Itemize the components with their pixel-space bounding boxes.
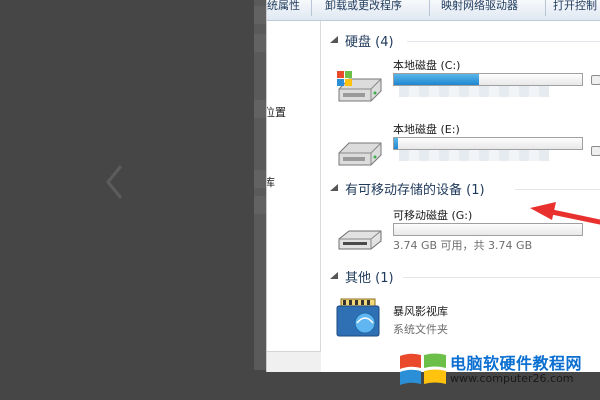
group-divider: [515, 189, 600, 190]
removable-drive-icon: [338, 230, 382, 250]
collapse-triangle-icon[interactable]: [329, 183, 339, 193]
command-toolbar: 统属性 卸载或更改程序 映射网络驱动器 打开控制: [267, 0, 600, 21]
drive-item-c[interactable]: 本地磁盘 (C:): [335, 57, 600, 111]
toolbar-uninstall-program[interactable]: 卸载或更改程序: [325, 0, 425, 20]
group-title: 有可移动存储的设备 (1): [345, 182, 485, 198]
folder-name: 暴风影视库: [393, 305, 448, 318]
drive-usage-fill: [394, 74, 479, 85]
computer-content-pane: 硬盘 (4) 本地磁盘 (C:) 本地磁盘 (E:) 有可移动存储的设备 (1)…: [321, 21, 600, 372]
nav-item-fragment[interactable]: 视库: [267, 174, 275, 190]
toolbar-separator: [545, 0, 546, 16]
video-library-folder-icon: [336, 298, 380, 337]
blurred-size-text: [399, 150, 549, 161]
group-header-other[interactable]: 其他 (1): [329, 266, 394, 286]
drive-usage-bar: [393, 137, 583, 150]
toolbar-system-properties[interactable]: 统属性: [267, 0, 307, 20]
collapse-triangle-icon[interactable]: [329, 35, 339, 45]
offscreen-item-stub: [591, 75, 600, 85]
drive-size-text: 3.74 GB 可用，共 3.74 GB: [393, 239, 533, 252]
drive-usage-bar: [393, 73, 583, 86]
watermark-title: 电脑软硬件教程网: [450, 354, 583, 373]
drive-name: 本地磁盘 (C:): [393, 59, 461, 72]
drive-item-e[interactable]: 本地磁盘 (E:): [335, 121, 600, 175]
group-divider: [403, 277, 600, 278]
nav-item-fragment[interactable]: 的位置: [267, 104, 286, 120]
windows-drive-icon: [337, 71, 382, 102]
navigation-pane: 显 示 的位置 视库 库: [267, 21, 321, 351]
collapse-triangle-icon[interactable]: [329, 271, 339, 281]
drive-name: 本地磁盘 (E:): [393, 123, 460, 136]
blurred-size-text: [399, 86, 549, 97]
group-header-hard-disks[interactable]: 硬盘 (4): [329, 30, 394, 50]
red-annotation-arrow-icon: [530, 202, 600, 225]
hard-drive-icon: [338, 142, 382, 166]
explorer-window: 统属性 卸载或更改程序 映射网络驱动器 打开控制 显 示 的位置 视库 库 硬盘…: [266, 0, 600, 372]
folder-type: 系统文件夹: [393, 323, 448, 336]
site-watermark: 电脑软硬件教程网 www.computer26.com: [398, 350, 600, 396]
toolbar-separator: [429, 0, 430, 16]
group-divider: [407, 41, 600, 42]
offscreen-item-stub: [591, 146, 600, 156]
toolbar-separator: [311, 0, 312, 16]
group-header-removable[interactable]: 有可移动存储的设备 (1): [329, 178, 485, 198]
group-title: 其他 (1): [345, 270, 394, 286]
watermark-url: www.computer26.com: [450, 372, 574, 385]
windows-logo-icon: [400, 353, 446, 385]
group-title: 硬盘 (4): [345, 34, 394, 50]
folder-item-baofeng[interactable]: 暴风影视库 系统文件夹: [335, 297, 600, 351]
toolbar-map-network-drive[interactable]: 映射网络驱动器: [441, 0, 541, 20]
drive-usage-fill: [394, 138, 398, 149]
chevron-left-icon[interactable]: [103, 162, 127, 202]
toolbar-open-control-panel[interactable]: 打开控制: [553, 0, 600, 20]
drive-name: 可移动磁盘 (G:): [393, 209, 473, 222]
status-area: [267, 351, 321, 372]
